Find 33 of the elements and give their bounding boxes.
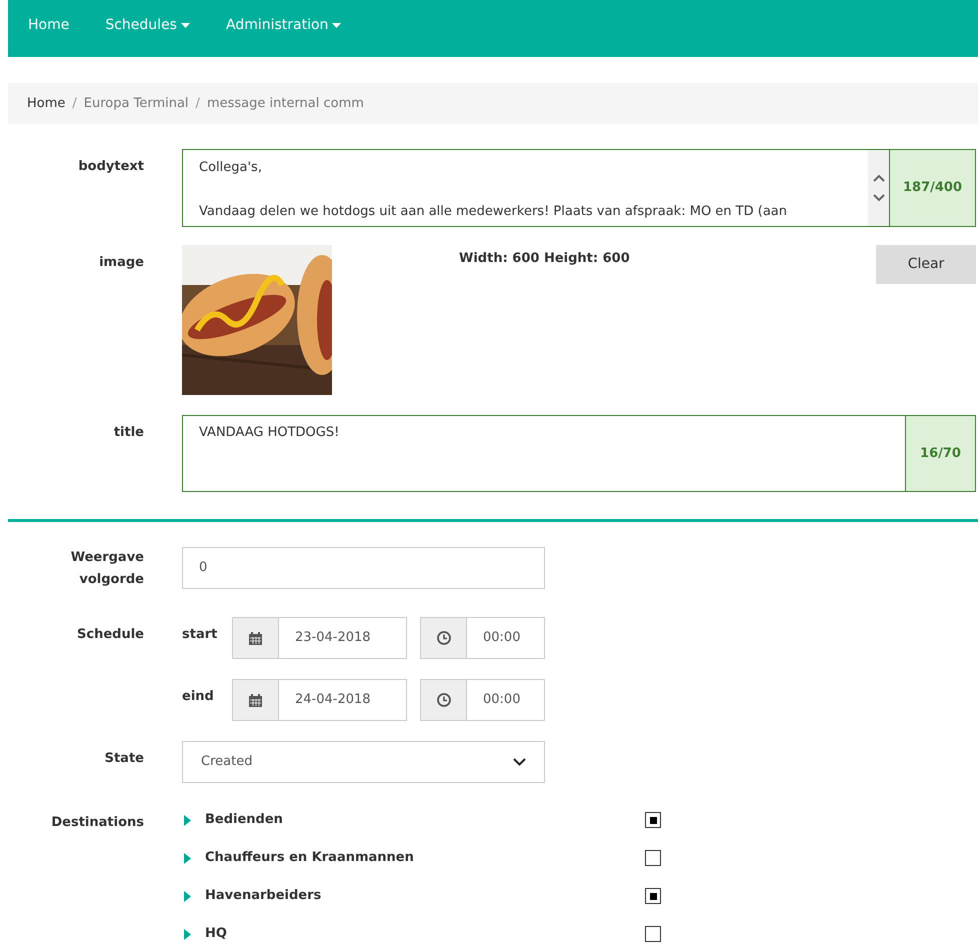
destination-label: HQ bbox=[205, 925, 228, 944]
field-label: image bbox=[99, 254, 144, 272]
destination-label: Bedienden bbox=[205, 811, 284, 830]
field-label: start bbox=[182, 626, 218, 644]
checkbox[interactable] bbox=[645, 926, 661, 942]
caret-right-icon[interactable] bbox=[184, 814, 192, 826]
checkbox[interactable] bbox=[645, 812, 661, 828]
field-label: bodytext bbox=[78, 158, 144, 176]
breadcrumb-link[interactable]: Home bbox=[27, 94, 66, 114]
caret-right-icon[interactable] bbox=[184, 890, 192, 902]
order-field[interactable]: 0 bbox=[182, 547, 545, 589]
field-label: State bbox=[104, 750, 144, 768]
breadcrumb-separator: / bbox=[72, 94, 77, 113]
checkbox[interactable] bbox=[645, 850, 661, 866]
checkbox[interactable] bbox=[645, 888, 661, 904]
breadcrumb-link[interactable]: Europa Terminal bbox=[84, 94, 189, 114]
field-label: Destinations bbox=[51, 814, 144, 832]
destination-label: Chauffeurs en Kraanmannen bbox=[205, 849, 415, 868]
field-label: Schedule bbox=[77, 626, 144, 644]
caret-icon bbox=[332, 23, 342, 28]
caret-right-icon[interactable] bbox=[184, 928, 192, 940]
destination-label: Havenarbeiders bbox=[205, 887, 322, 906]
field-label: Weergave volgorde bbox=[70, 549, 144, 589]
field-label: eind bbox=[182, 688, 215, 706]
caret-icon bbox=[180, 23, 190, 28]
state-select[interactable]: Created bbox=[182, 741, 545, 783]
image-dimensions: Width: 600 Height: 600 bbox=[459, 250, 630, 268]
field-label: title bbox=[114, 424, 144, 442]
caret-right-icon[interactable] bbox=[184, 852, 192, 864]
chevron-down-icon bbox=[513, 758, 526, 766]
breadcrumb-separator: / bbox=[196, 94, 200, 113]
clear-button[interactable]: Clear bbox=[876, 245, 976, 284]
breadcrumb-link[interactable]: message internal comm bbox=[206, 94, 364, 114]
